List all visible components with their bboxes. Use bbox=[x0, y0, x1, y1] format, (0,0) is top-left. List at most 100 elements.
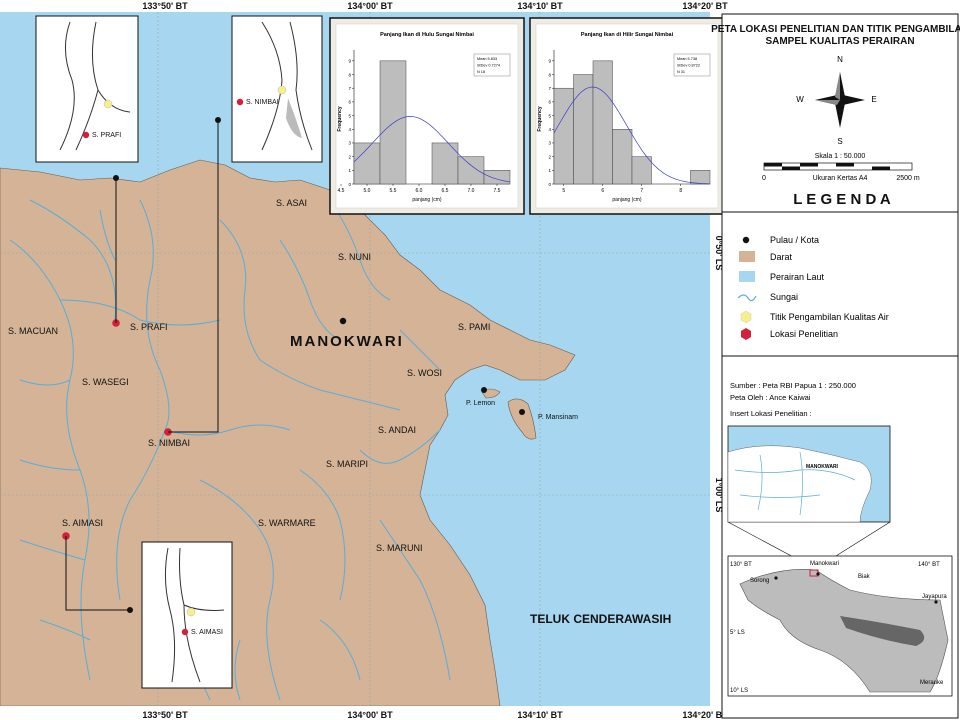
papua-label-140: 140° BT bbox=[918, 562, 940, 568]
legend-swatch-sea bbox=[739, 271, 755, 282]
legend-label-sampling: Titik Pengambilan Kualitas Air bbox=[770, 312, 889, 322]
hist-bar-1-3 bbox=[612, 129, 633, 185]
papua-label-merauke: Merauke bbox=[920, 680, 944, 686]
island-dot-mansinam bbox=[519, 409, 525, 415]
inset-label-nimbai: S. NIMBAI bbox=[246, 99, 279, 106]
source-text: Sumber : Peta RBI Papua 1 : 250.000 bbox=[730, 381, 856, 390]
x-axis-label-1: panjang (cm) bbox=[612, 197, 642, 203]
compass-e: E bbox=[871, 95, 876, 104]
hist-bar-1-0 bbox=[553, 87, 574, 185]
y-axis-label-1: Frequency bbox=[537, 106, 543, 132]
label-aimasi: S. AIMASI bbox=[62, 518, 103, 528]
papua-label-jayapura: Jayapura bbox=[922, 594, 947, 600]
legend-panel: PETA LOKASI PENELITIAN DAN TITIK PENGAMB… bbox=[711, 13, 960, 719]
scale-label: Skala 1 : 50.000 bbox=[815, 153, 866, 160]
hist-bar-0-5 bbox=[483, 170, 511, 185]
insert-map-label: MANOKWARI bbox=[806, 464, 839, 470]
label-lemon: P. Lemon bbox=[466, 400, 495, 407]
label-andai: S. ANDAI bbox=[378, 425, 416, 435]
inset-prafi: S. PRAFI bbox=[35, 15, 139, 163]
map-title-line1: PETA LOKASI PENELITIAN DAN TITIK PENGAMB… bbox=[711, 24, 960, 35]
scale-end: 2500 m bbox=[896, 175, 920, 182]
papua-label-sorong: Sorong bbox=[750, 578, 769, 584]
x-tick-label-1-3: 8 bbox=[679, 188, 682, 194]
legend-swatch-land bbox=[739, 251, 755, 262]
compass-w: W bbox=[796, 95, 804, 104]
coord-bottom-4: 134°20' BT bbox=[682, 710, 728, 720]
legend-title: L E G E N D A bbox=[793, 191, 891, 208]
compass-n: N bbox=[837, 55, 843, 64]
papua-label-130: 130° BT bbox=[730, 562, 752, 568]
map-title-line2: SAMPEL KUALITAS PERAIRAN bbox=[765, 36, 914, 47]
legend-label-research: Lokasi Penelitian bbox=[770, 329, 838, 339]
label-manokwari: MANOKWARI bbox=[290, 333, 404, 350]
label-teluk: TELUK CENDERAWASIH bbox=[530, 612, 671, 626]
city-dot-manokwari bbox=[339, 317, 347, 325]
label-wasegi: S. WASEGI bbox=[82, 377, 129, 387]
stats-line-0-1: StDev 0.7274 bbox=[477, 64, 500, 68]
label-pami: S. PAMI bbox=[458, 322, 490, 332]
x-tick-label-0-6: 7.5 bbox=[494, 188, 501, 194]
x-tick-label-1-2: 7 bbox=[640, 188, 643, 194]
papua-label-manokwari: Manokwari bbox=[810, 561, 839, 567]
map-svg: 133°50' BT 134°00' BT 134°10' BT 134°20'… bbox=[0, 0, 960, 720]
coord-top-3: 134°10' BT bbox=[517, 1, 563, 11]
label-nimbai: S. NIMBAI bbox=[148, 438, 190, 448]
leader-end-prafi bbox=[113, 175, 119, 181]
hist-bar-1-7 bbox=[690, 170, 711, 185]
papua-label-5ls: 5° LS bbox=[730, 630, 745, 636]
hist-bar-1-2 bbox=[592, 60, 613, 185]
x-axis-label-0: panjang (cm) bbox=[412, 197, 442, 203]
x-tick-label-0-4: 6.5 bbox=[442, 188, 449, 194]
papua-label-10ls: 10° LS bbox=[730, 688, 748, 694]
coord-bottom-3: 134°10' BT bbox=[517, 710, 563, 720]
hist-bar-1-4 bbox=[631, 156, 652, 185]
author-text: Peta Oleh : Ance Kaiwai bbox=[730, 393, 811, 402]
compass-s: S bbox=[837, 137, 842, 146]
x-tick-label-0-2: 5.5 bbox=[390, 188, 397, 194]
label-nuni: S. NUNI bbox=[338, 252, 371, 262]
coord-top-4: 134°20' BT bbox=[682, 1, 728, 11]
legend-label-land: Darat bbox=[770, 252, 793, 262]
stats-line-1-1: StDev 0.8722 bbox=[677, 64, 700, 68]
scale-paper: Ukuran Kertas A4 bbox=[813, 175, 868, 182]
chart-title-1: Panjang Ikan di Hilir Sungai Nimbai bbox=[581, 32, 674, 38]
island-dot-lemon bbox=[481, 387, 487, 393]
chart-panel-hulu: Panjang Ikan di Hulu Sungai Nimbai012345… bbox=[329, 17, 525, 215]
x-tick-label-0-0: 4.5 bbox=[338, 188, 345, 194]
chart-panel-hilir: Panjang Ikan di Hilir Sungai Nimbai01234… bbox=[529, 17, 725, 215]
x-tick-label-1-1: 6 bbox=[601, 188, 604, 194]
stats-line-1-0: Mean 5.738 bbox=[677, 57, 697, 61]
inset-label-aimasi: S. AIMASI bbox=[191, 629, 223, 636]
papua-region-map: 130° BT Sorong Manokwari Biak 140° BT Ja… bbox=[727, 555, 953, 697]
label-macuan: S. MACUAN bbox=[8, 326, 58, 336]
coord-bottom-2: 134°00' BT bbox=[347, 710, 393, 720]
x-tick-label-1-0: 5 bbox=[562, 188, 565, 194]
stats-line-1-2: N 31 bbox=[677, 70, 685, 74]
scale-start: 0 bbox=[762, 175, 766, 182]
hist-bar-0-4 bbox=[457, 156, 485, 185]
chart-title-0: Panjang Ikan di Hulu Sungai Nimbai bbox=[380, 32, 474, 38]
inset-nimbai: S. NIMBAI bbox=[231, 15, 323, 163]
coord-top-2: 134°00' BT bbox=[347, 1, 393, 11]
label-asai: S. ASAI bbox=[276, 198, 307, 208]
leader-end-nimbai bbox=[215, 117, 221, 123]
inset-label-prafi: S. PRAFI bbox=[92, 132, 121, 139]
legend-label-city: Pulau / Kota bbox=[770, 235, 819, 245]
stats-line-0-0: Mean 5.833 bbox=[477, 57, 497, 61]
papua-label-biak: Biak bbox=[858, 574, 871, 580]
hist-bar-0-1 bbox=[379, 60, 407, 185]
label-maruni: S. MARUNI bbox=[376, 543, 423, 553]
y-axis-label-0: Frequency bbox=[337, 106, 343, 132]
legend-label-sea: Perairan Laut bbox=[770, 272, 825, 282]
inset-aimasi: S. AIMASI bbox=[141, 541, 233, 689]
label-maripi: S. MARIPI bbox=[326, 459, 368, 469]
label-warmare: S. WARMARE bbox=[258, 518, 316, 528]
insert-label: Insert Lokasi Penelitian : bbox=[730, 409, 812, 418]
main-map: 133°50' BT 134°00' BT 134°10' BT 134°20'… bbox=[0, 1, 728, 720]
x-tick-label-0-3: 6.0 bbox=[416, 188, 423, 194]
x-tick-label-0-1: 5.0 bbox=[364, 188, 371, 194]
leader-end-aimasi bbox=[127, 607, 133, 613]
map-sheet: 133°50' BT 134°00' BT 134°10' BT 134°20'… bbox=[0, 0, 960, 720]
label-prafi: S. PRAFI bbox=[130, 322, 168, 332]
